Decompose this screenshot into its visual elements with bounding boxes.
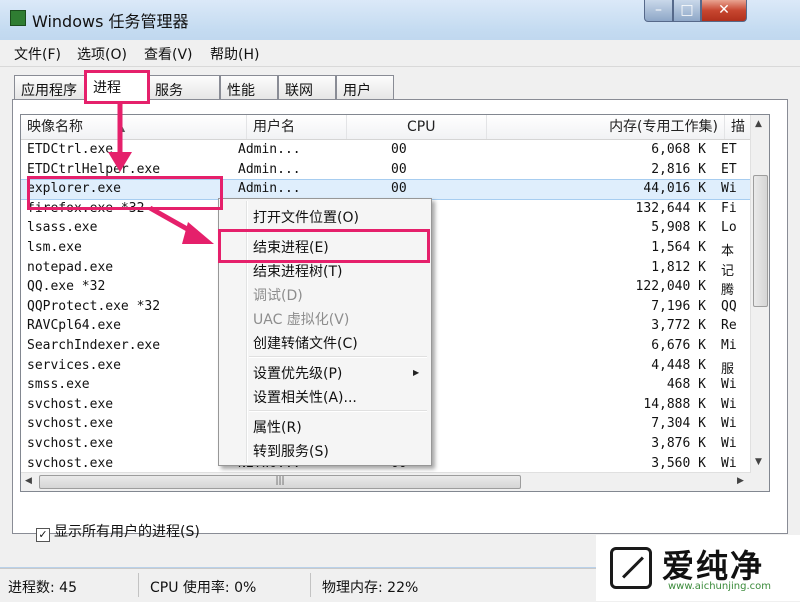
watermark: 爱纯净 www.aichunjing.com (596, 535, 800, 601)
watermark-logo-icon (610, 547, 652, 589)
arrow-row-to-end-process (148, 205, 214, 244)
annotation-arrows (108, 104, 214, 244)
arrow-tab-to-row (108, 104, 132, 172)
watermark-url: www.aichunjing.com (668, 581, 771, 592)
